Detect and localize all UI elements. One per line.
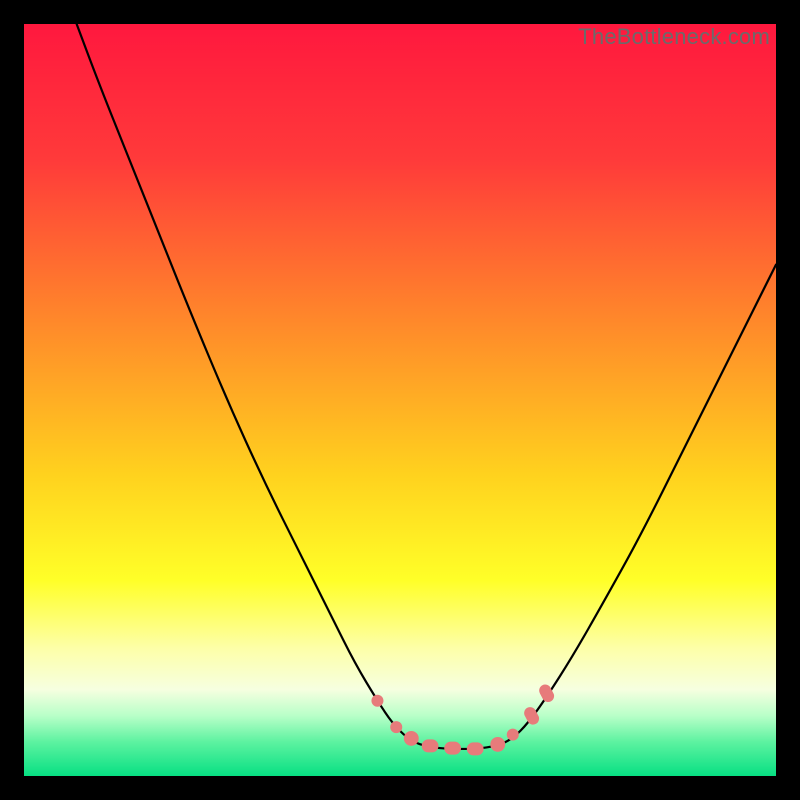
marker-7 <box>507 729 519 741</box>
marker-1 <box>390 721 402 733</box>
marker-5 <box>467 742 484 755</box>
marker-0 <box>371 695 383 707</box>
gradient-background <box>24 24 776 776</box>
watermark-text: TheBottleneck.com <box>578 24 770 50</box>
marker-6 <box>490 737 505 752</box>
marker-3 <box>422 739 439 752</box>
marker-4 <box>444 742 461 755</box>
marker-2 <box>404 731 419 746</box>
chart-frame: TheBottleneck.com <box>24 24 776 776</box>
bottleneck-curve-chart <box>24 24 776 776</box>
